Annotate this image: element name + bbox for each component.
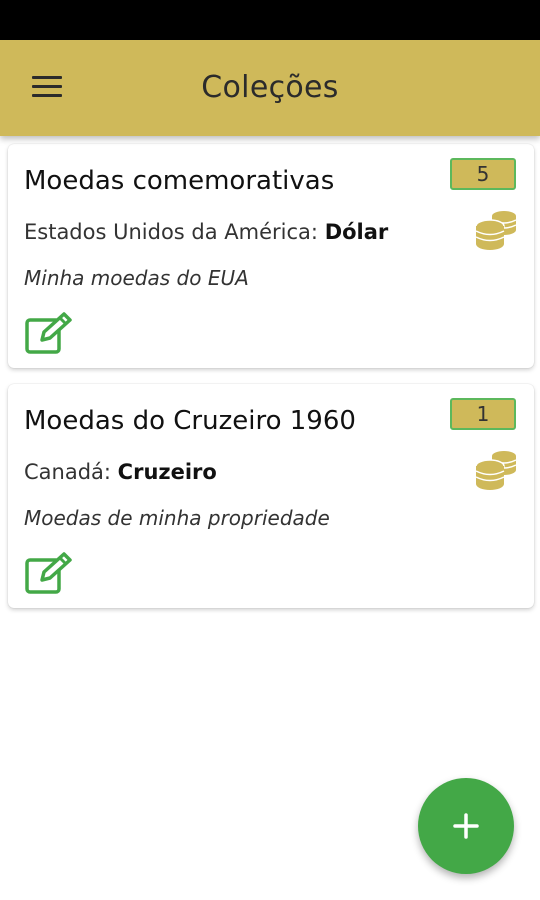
add-icon — [453, 813, 479, 839]
app-bar: Coleções — [0, 40, 540, 136]
edit-icon[interactable] — [24, 550, 74, 596]
collection-name: Moedas comemorativas — [24, 166, 335, 196]
coins-icon — [474, 206, 518, 250]
coin-count-badge: 5 — [450, 158, 516, 190]
coins-icon — [474, 446, 518, 490]
collection-card[interactable]: Moedas do Cruzeiro 1960 Canadá: Cruzeiro… — [8, 384, 534, 608]
collection-description: Moedas de minha propriedade — [24, 506, 330, 530]
add-collection-button[interactable] — [418, 778, 514, 874]
collection-country: Estados Unidos da América: Dólar — [24, 220, 388, 244]
collection-country: Canadá: Cruzeiro — [24, 460, 217, 484]
status-bar — [0, 0, 540, 40]
currency-label: Dólar — [324, 220, 389, 244]
country-label: Estados Unidos da América: — [24, 220, 318, 244]
collection-description: Minha moedas do EUA — [24, 266, 249, 290]
country-label: Canadá: — [24, 460, 111, 484]
collection-card[interactable]: Moedas comemorativas Estados Unidos da A… — [8, 144, 534, 368]
page-title: Coleções — [201, 70, 339, 105]
coin-count-badge: 1 — [450, 398, 516, 430]
currency-label: Cruzeiro — [117, 460, 217, 484]
edit-icon[interactable] — [24, 310, 74, 356]
collection-name: Moedas do Cruzeiro 1960 — [24, 406, 356, 436]
